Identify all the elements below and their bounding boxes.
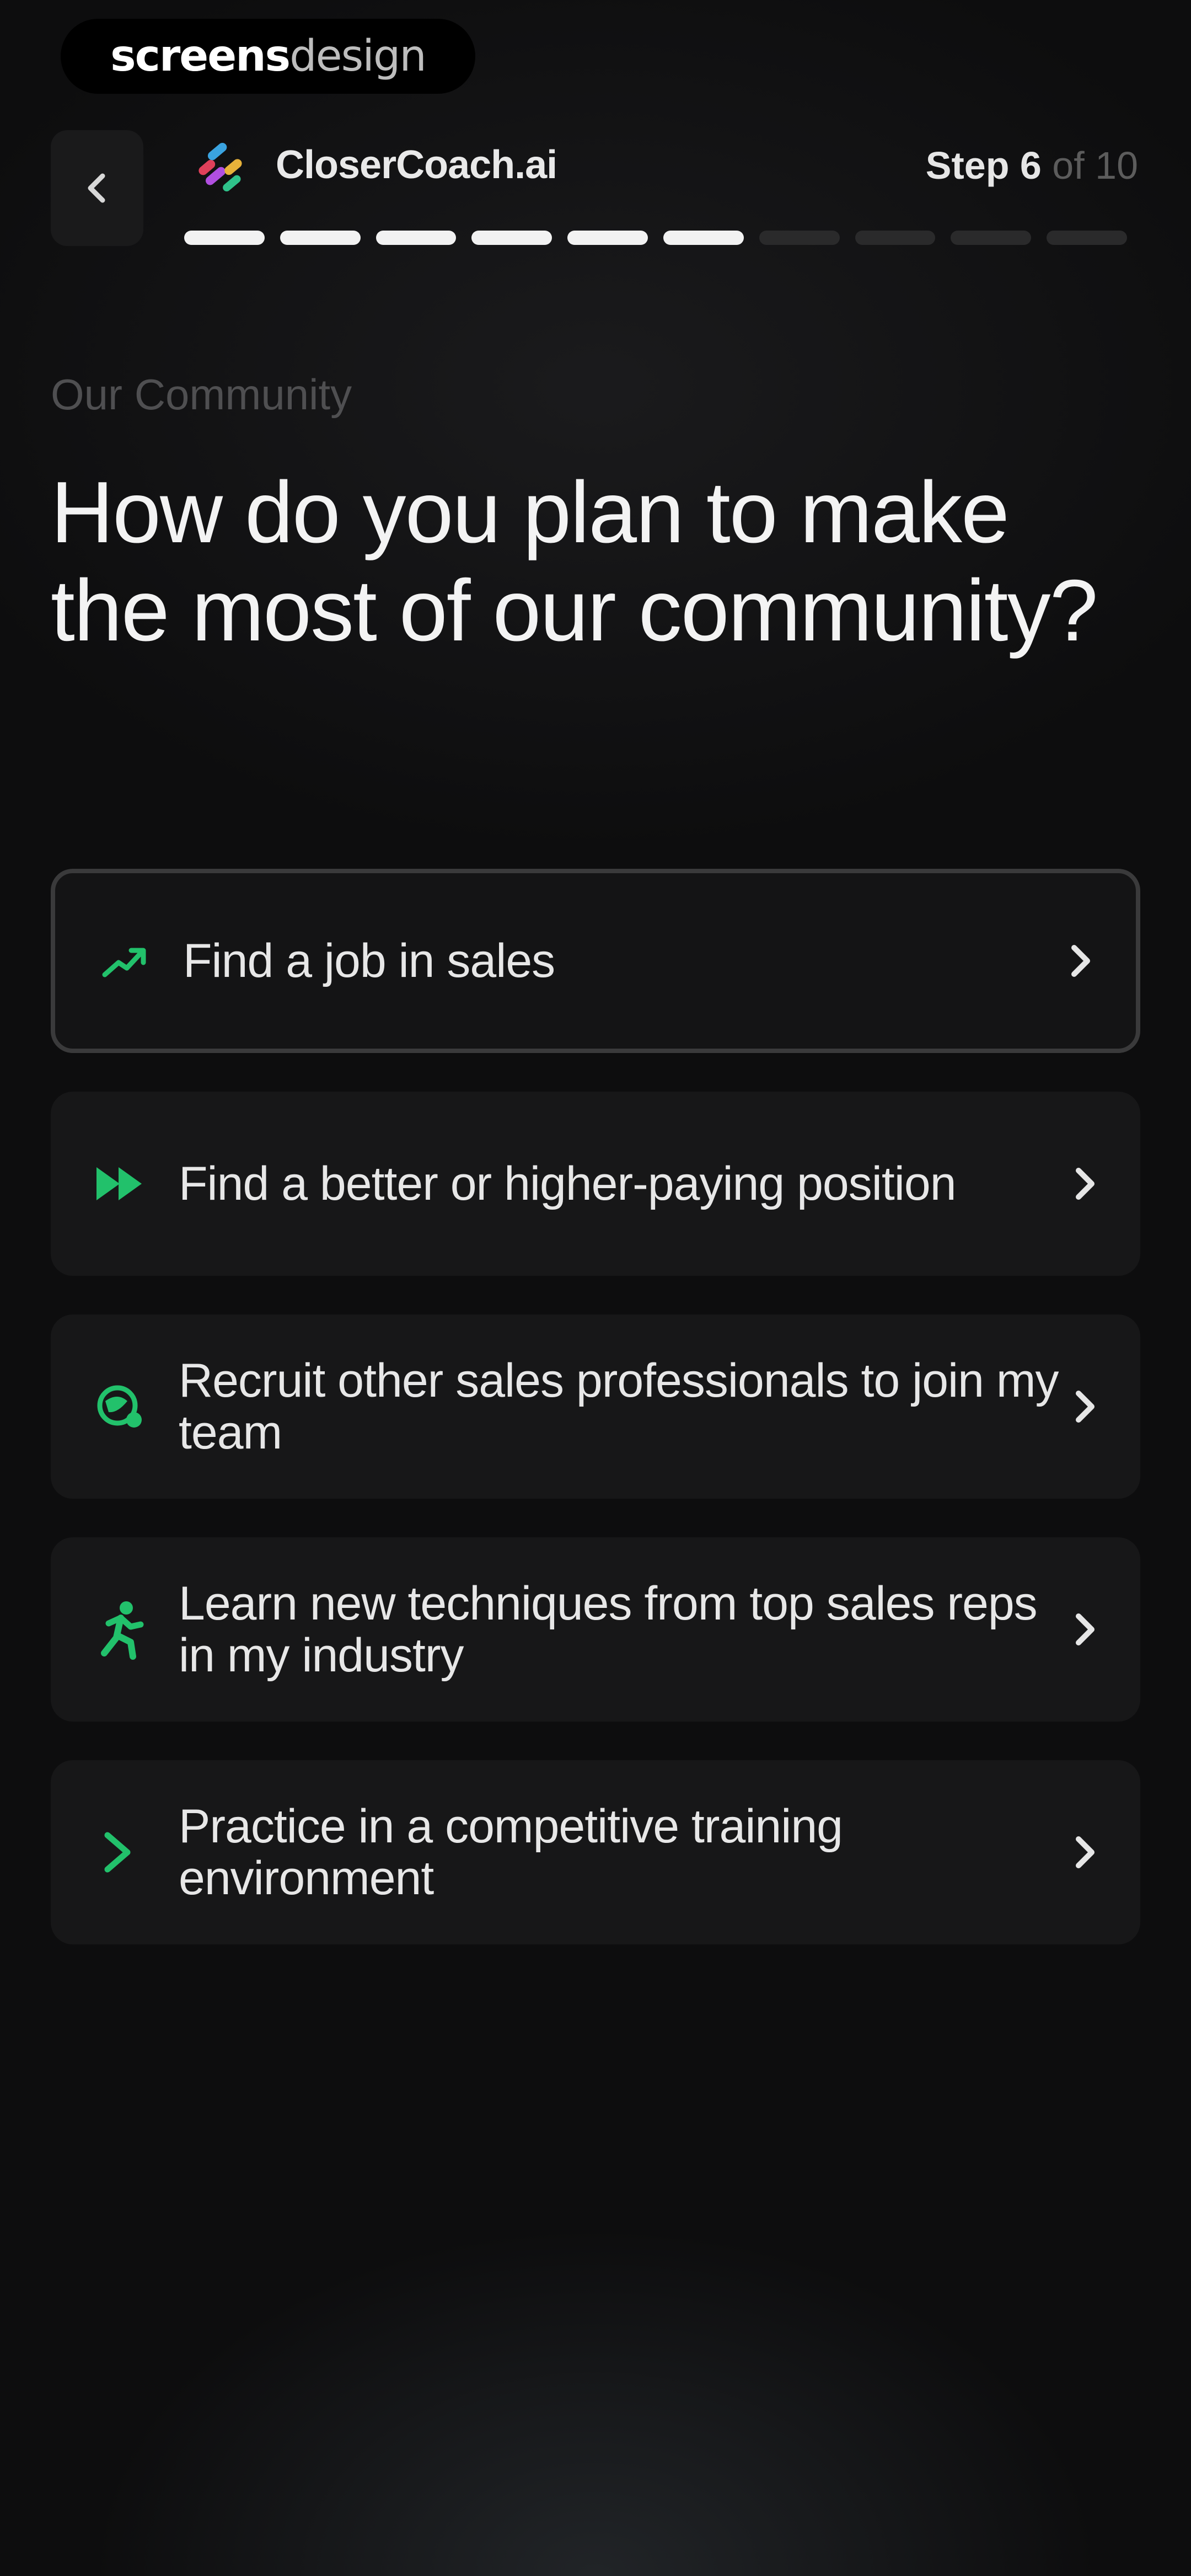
option-learn-techniques[interactable]: Learn new techniques from top sales reps… (51, 1537, 1140, 1722)
chevron-right-icon (1062, 1153, 1106, 1214)
chevron-right-icon (1062, 1376, 1106, 1437)
step-current: Step 6 (925, 144, 1042, 187)
progress-segment (1047, 231, 1127, 245)
back-button[interactable] (51, 130, 143, 246)
progress-segment (759, 231, 840, 245)
screensdesign-watermark: screens design (61, 19, 475, 94)
trend-up-icon (94, 931, 154, 991)
fast-forward-icon (89, 1153, 150, 1214)
screen: screens design CloserCoach.ai Step 6 of 1… (0, 0, 1191, 2576)
options-list: Find a job in sales Find a better or hig… (51, 869, 1140, 1983)
progress-segment (855, 231, 936, 245)
option-label: Learn new techniques from top sales reps… (179, 1577, 1038, 1682)
option-label: Recruit other sales professionals to joi… (179, 1354, 1059, 1459)
brand-name: CloserCoach.ai (276, 143, 557, 187)
step-indicator: Step 6 of 10 (926, 143, 1138, 188)
progress-segment (280, 231, 361, 245)
option-practice[interactable]: Practice in a competitive training envir… (51, 1760, 1140, 1944)
progress-segment (951, 231, 1032, 245)
step-total: of 10 (1041, 144, 1138, 187)
chevron-left-icon (88, 173, 105, 203)
chevron-right-icon (1062, 1599, 1106, 1660)
progress-segment (184, 231, 265, 245)
running-person-icon (89, 1599, 150, 1660)
progress-segment (663, 231, 744, 245)
watermark-light: design (289, 31, 427, 81)
closercoach-logo-icon (198, 142, 242, 192)
progress-segment (375, 231, 457, 245)
option-label: Find a better or higher-paying position (179, 1157, 957, 1210)
option-find-job[interactable]: Find a job in sales (51, 869, 1140, 1053)
option-label: Find a job in sales (183, 934, 555, 987)
chevron-right-icon (1062, 1822, 1106, 1883)
option-better-position[interactable]: Find a better or higher-paying position (51, 1092, 1140, 1276)
section-eyebrow: Our Community (51, 370, 352, 419)
option-recruit[interactable]: Recruit other sales professionals to joi… (51, 1314, 1140, 1499)
page-title: How do you plan to make the most of our … (51, 464, 1098, 659)
watermark-bold: screens (110, 31, 291, 81)
progress-bar (184, 231, 1127, 245)
recruit-globe-icon (89, 1376, 150, 1437)
progress-segment (471, 231, 552, 245)
progress-segment (567, 231, 648, 245)
green-chevron-icon (89, 1822, 150, 1883)
option-label: Practice in a competitive training envir… (179, 1800, 843, 1905)
chevron-right-icon (1058, 931, 1102, 991)
